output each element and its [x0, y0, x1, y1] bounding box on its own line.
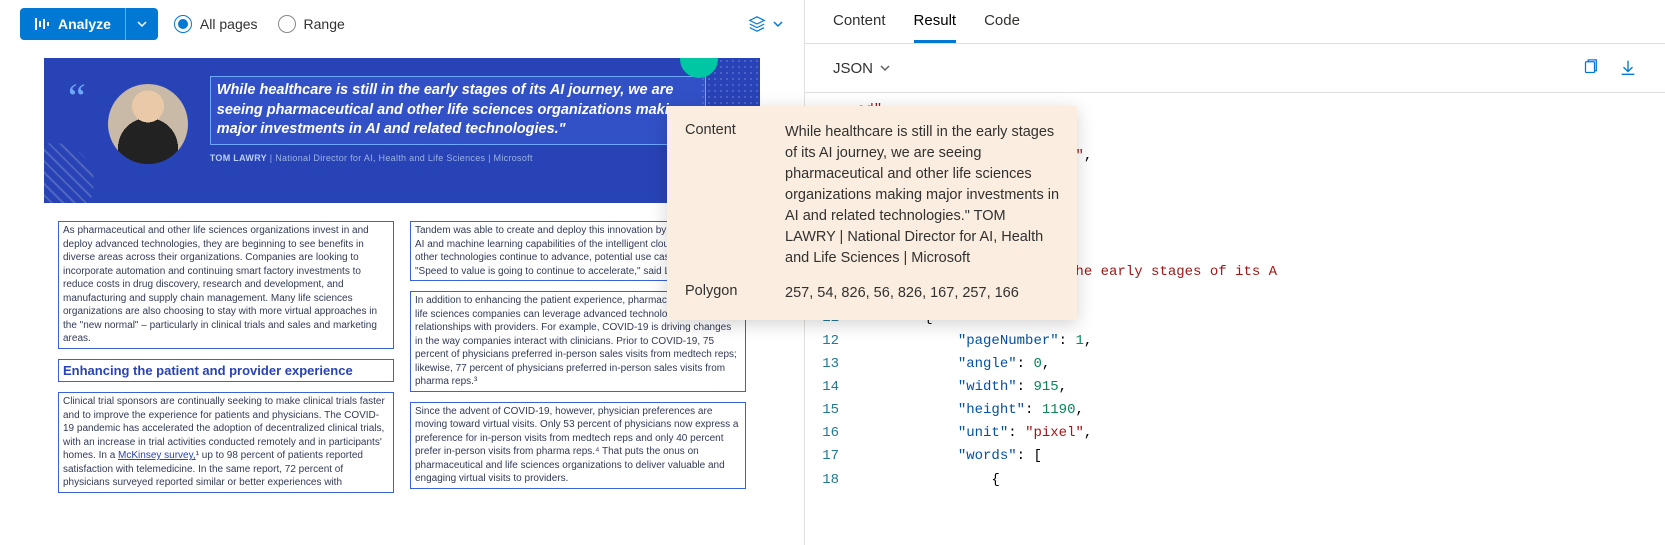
- analyze-label: Analyze: [58, 16, 111, 32]
- radio-all-label: All pages: [200, 16, 258, 32]
- result-tabs: Content Result Code: [805, 0, 1665, 44]
- tooltip-content-value: While healthcare is still in the early s…: [785, 122, 1059, 269]
- copy-icon: [1581, 59, 1599, 77]
- content-tooltip: Content While healthcare is still in the…: [667, 106, 1077, 320]
- tab-code[interactable]: Code: [984, 12, 1020, 43]
- tooltip-content-label: Content: [685, 122, 757, 269]
- layers-icon: [748, 15, 766, 33]
- paragraph-box[interactable]: Since the advent of COVID-19, however, p…: [410, 402, 746, 489]
- radio-all-pages[interactable]: All pages: [174, 15, 258, 33]
- right-panel: Content While healthcare is still in the…: [805, 0, 1665, 545]
- radio-range[interactable]: Range: [278, 15, 345, 33]
- section-heading[interactable]: Enhancing the patient and provider exper…: [58, 359, 394, 383]
- paragraph-box[interactable]: As pharmaceutical and other life science…: [58, 221, 394, 349]
- mckinsey-link[interactable]: McKinsey survey,: [118, 450, 196, 461]
- toolbar: Analyze All pages Range: [0, 0, 804, 48]
- hero-attribution: TOM LAWRY | National Director for AI, He…: [210, 153, 706, 163]
- tooltip-polygon-label: Polygon: [685, 283, 757, 304]
- hero-quote[interactable]: While healthcare is still in the early s…: [210, 76, 706, 145]
- page-scope-radio-group: All pages Range: [174, 15, 345, 33]
- radio-indicator: [278, 15, 296, 33]
- author-title: | National Director for AI, Health and L…: [267, 153, 533, 163]
- document-body: As pharmaceutical and other life science…: [44, 203, 760, 493]
- download-icon: [1619, 59, 1637, 77]
- format-select[interactable]: JSON: [833, 60, 891, 77]
- layers-button[interactable]: [748, 15, 784, 33]
- analyze-button[interactable]: Analyze: [20, 8, 158, 40]
- json-toolbar: JSON: [805, 44, 1665, 92]
- download-button[interactable]: [1619, 59, 1637, 77]
- paragraph-box[interactable]: Clinical trial sponsors are continually …: [58, 392, 394, 493]
- analyze-dropdown[interactable]: [126, 8, 158, 40]
- document-page: “ While healthcare is still in the early…: [44, 58, 760, 545]
- tab-content[interactable]: Content: [833, 12, 886, 43]
- hero-section: “ While healthcare is still in the early…: [44, 58, 760, 203]
- chevron-down-icon: [879, 62, 891, 74]
- format-label: JSON: [833, 60, 873, 77]
- analyze-icon: [34, 16, 50, 32]
- copy-button[interactable]: [1581, 59, 1599, 77]
- author-avatar: [108, 84, 188, 164]
- tab-result[interactable]: Result: [914, 12, 957, 43]
- tooltip-polygon-value: 257, 54, 826, 56, 826, 167, 257, 166: [785, 283, 1059, 304]
- radio-indicator: [174, 15, 192, 33]
- chevron-down-icon: [772, 18, 784, 30]
- radio-range-label: Range: [304, 16, 345, 32]
- author-name: TOM LAWRY: [210, 153, 267, 163]
